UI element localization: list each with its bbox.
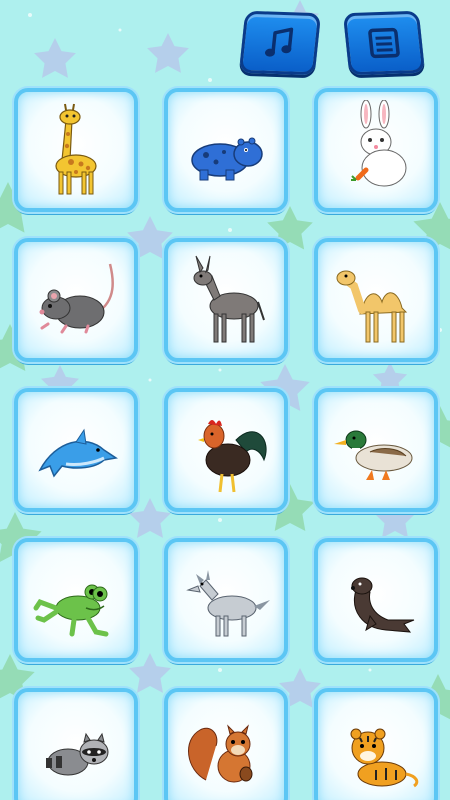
tiger-icon <box>350 728 419 788</box>
dolphin-icon <box>38 428 118 478</box>
animal-card-dolphin[interactable] <box>14 388 138 512</box>
animal-card-squirrel[interactable] <box>164 688 288 800</box>
music-toggle-button[interactable] <box>238 10 322 76</box>
animal-card-seal[interactable] <box>314 538 438 662</box>
menu-button[interactable] <box>342 10 426 76</box>
animal-card-giraffe[interactable] <box>14 88 138 212</box>
animal-card-donkey[interactable] <box>164 238 288 362</box>
rooster-icon <box>198 420 267 493</box>
donkey-icon <box>193 255 265 343</box>
camel-icon <box>336 270 408 343</box>
animal-card-camel[interactable] <box>314 238 438 362</box>
duck-icon <box>334 430 413 480</box>
rat-icon <box>39 263 114 334</box>
animal-card-hippo[interactable] <box>164 88 288 212</box>
hippo-icon <box>191 137 263 181</box>
animal-card-rat[interactable] <box>14 238 138 362</box>
rabbit-icon <box>351 100 407 187</box>
animal-card-tiger[interactable] <box>314 688 438 800</box>
animal-card-rooster[interactable] <box>164 388 288 512</box>
animal-card-raccoon[interactable] <box>14 688 138 800</box>
giraffe-icon <box>55 103 97 195</box>
squirrel-icon <box>188 724 253 783</box>
frog-icon <box>33 584 109 637</box>
seal-icon <box>351 577 415 633</box>
raccoon-icon <box>46 732 109 776</box>
animal-card-rabbit[interactable] <box>314 88 438 212</box>
wolf-icon <box>186 570 270 637</box>
animal-card-duck[interactable] <box>314 388 438 512</box>
music-note-icon <box>264 27 294 57</box>
animal-card-frog[interactable] <box>14 538 138 662</box>
animal-card-wolf[interactable] <box>164 538 288 662</box>
menu-list-icon <box>368 27 400 59</box>
